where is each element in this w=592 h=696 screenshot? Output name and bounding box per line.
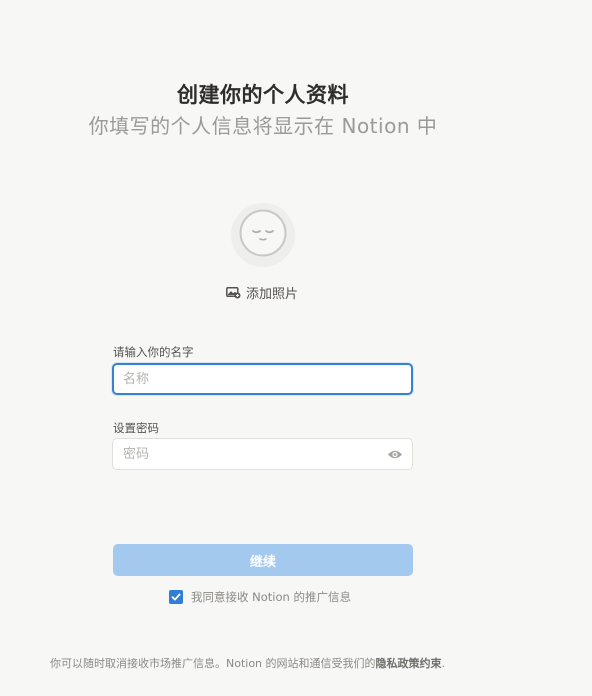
marketing-consent: 我同意接收 Notion 的推广信息 (169, 589, 351, 605)
password-field-label: 设置密码 (113, 421, 159, 435)
image-icon (226, 286, 241, 299)
face-icon (238, 208, 288, 262)
page-title: 创建你的个人资料 (177, 83, 349, 107)
privacy-policy-link[interactable]: 隐私政策约束 (376, 657, 442, 670)
profile-setup-page: 创建你的个人资料 你填写的个人信息将显示在 Notion 中 添加照片 请输入你… (0, 0, 592, 696)
add-photo-label: 添加照片 (246, 286, 299, 302)
check-icon (171, 593, 181, 601)
footer-note: 你可以随时取消接收市场推广信息。Notion 的网站和通信受我们的隐私政策约束. (50, 655, 570, 671)
add-photo-button[interactable]: 添加照片 (226, 283, 299, 302)
page-subtitle: 你填写的个人信息将显示在 Notion 中 (88, 114, 438, 138)
continue-button[interactable]: 继续 (113, 544, 413, 576)
name-field-label: 请输入你的名字 (113, 345, 194, 359)
eye-icon[interactable] (386, 446, 404, 462)
consent-checkbox[interactable] (169, 590, 183, 604)
password-input[interactable] (112, 438, 413, 470)
footer-end: . (441, 657, 446, 670)
footer-text: 你可以随时取消接收市场推广信息。Notion 的网站和通信受我们的 (50, 657, 376, 670)
consent-label: 我同意接收 Notion 的推广信息 (191, 590, 351, 604)
avatar[interactable] (231, 203, 295, 267)
name-input[interactable] (112, 363, 413, 395)
